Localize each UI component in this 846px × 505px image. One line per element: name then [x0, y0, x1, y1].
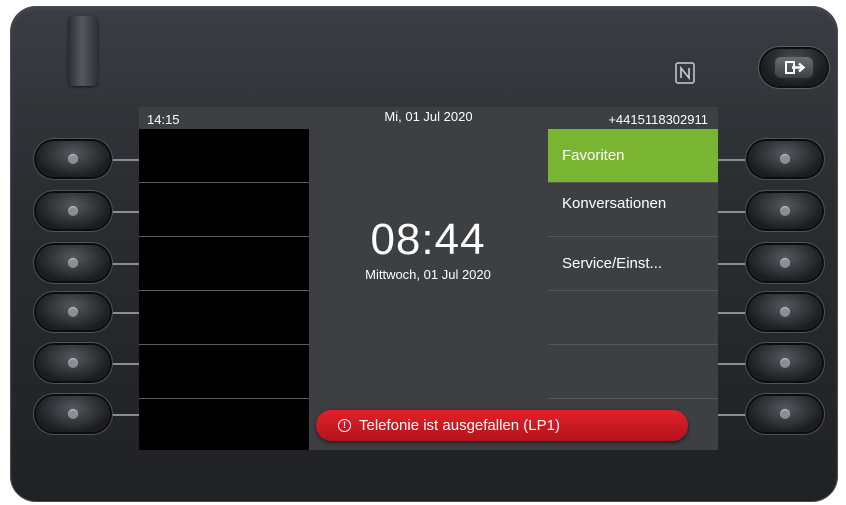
left-key-slot-6[interactable] — [139, 399, 309, 450]
left-key-slot-2[interactable] — [139, 183, 309, 237]
left-key-slot-5[interactable] — [139, 345, 309, 399]
left-key-1[interactable] — [36, 141, 110, 177]
phone-display: 14:15 Mi, 01 Jul 2020 +4415118302911 08:… — [139, 107, 718, 450]
menu-item-konversationen[interactable]: Konversationen — [548, 183, 718, 237]
menu-item-label: Favoriten — [562, 147, 625, 164]
alert-message: Telefonie ist ausgefallen (LP1) — [359, 417, 560, 434]
left-key-6[interactable] — [36, 396, 110, 432]
idle-date: Mittwoch, 01 Jul 2020 — [365, 267, 491, 282]
right-key-3[interactable] — [748, 245, 822, 281]
right-key-5[interactable] — [748, 345, 822, 381]
menu-item-label: Service/Einst... — [562, 255, 663, 272]
logout-button[interactable] — [761, 49, 827, 86]
warning-icon: ! — [338, 419, 351, 432]
telephony-failure-alert[interactable]: ! Telefonie ist ausgefallen (LP1) — [316, 410, 688, 441]
left-key-4[interactable] — [36, 294, 110, 330]
right-key-1[interactable] — [748, 141, 822, 177]
handset-cradle — [68, 16, 98, 86]
menu-item-service[interactable]: Service/Einst... — [548, 237, 718, 291]
left-key-5[interactable] — [36, 345, 110, 381]
logout-icon — [785, 61, 806, 74]
right-key-4[interactable] — [748, 294, 822, 330]
left-key-slot-1[interactable] — [139, 129, 309, 183]
menu-item-favoriten[interactable]: Favoriten — [548, 129, 718, 183]
left-key-slot-4[interactable] — [139, 291, 309, 345]
nfc-icon — [675, 62, 695, 84]
menu-item-empty-4[interactable] — [548, 291, 718, 345]
menu-item-label: Konversationen — [562, 195, 667, 212]
menu-item-empty-5[interactable] — [548, 345, 718, 399]
idle-clock: 08:44 — [370, 215, 486, 264]
left-key-2[interactable] — [36, 193, 110, 229]
own-phone-number: +4415118302911 — [608, 112, 708, 127]
left-key-slot-3[interactable] — [139, 237, 309, 291]
right-key-6[interactable] — [748, 396, 822, 432]
right-key-2[interactable] — [748, 193, 822, 229]
left-key-3[interactable] — [36, 245, 110, 281]
